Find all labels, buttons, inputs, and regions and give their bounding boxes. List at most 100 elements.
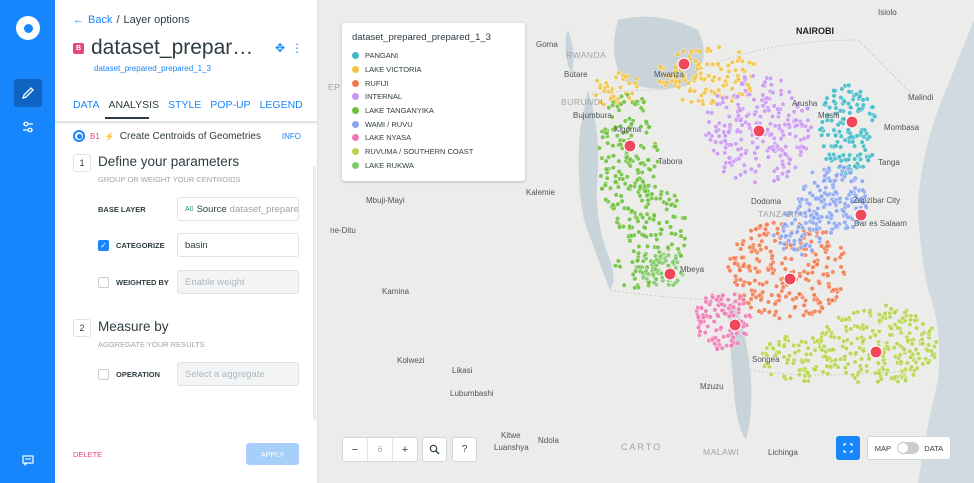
basin-point: [789, 220, 795, 226]
tabs-divider: [55, 121, 318, 125]
basin-point: [819, 330, 825, 336]
zoom-in-button[interactable]: +: [393, 438, 417, 461]
tab-data[interactable]: DATA: [73, 99, 99, 111]
step-subtitle: AGGREGATE YOUR RESULTS: [98, 340, 205, 349]
basin-point: [707, 302, 713, 308]
basin-point: [731, 255, 737, 261]
basin-point: [920, 321, 926, 327]
operation-select[interactable]: Select a aggregate: [177, 362, 299, 386]
toggle-switch[interactable]: [896, 442, 919, 454]
basin-point: [782, 151, 788, 157]
basin-point: [898, 330, 904, 336]
move-icon[interactable]: ✥: [275, 41, 285, 55]
basin-point: [920, 361, 926, 367]
panel-scrollbar[interactable]: [313, 166, 316, 421]
basin-point: [876, 318, 882, 324]
basin-point: [594, 78, 600, 84]
back-link[interactable]: Back: [88, 14, 112, 26]
basin-point: [799, 196, 805, 202]
centroid-marker[interactable]: [728, 318, 742, 332]
basin-point: [733, 141, 739, 147]
map-data-toggle[interactable]: MAP DATA: [867, 436, 951, 460]
basin-point: [637, 193, 643, 199]
basin-point: [713, 327, 719, 333]
basin-point: [824, 95, 830, 101]
basin-point: [613, 173, 619, 179]
centroid-marker[interactable]: [752, 124, 766, 138]
basin-point: [836, 335, 842, 341]
basin-point: [801, 378, 807, 384]
tab-style[interactable]: STYLE: [168, 99, 201, 111]
basin-point: [872, 332, 878, 338]
basin-point: [649, 191, 655, 197]
base-layer-label: BASE LAYER: [98, 204, 146, 214]
apply-button[interactable]: APPLY: [246, 443, 299, 465]
basin-point: [896, 318, 902, 324]
weighted-select[interactable]: Enable weight: [177, 270, 299, 294]
basin-point: [778, 77, 784, 83]
basin-point: [762, 226, 768, 232]
zoom-out-button[interactable]: −: [343, 438, 367, 461]
back-arrow-icon[interactable]: ←: [73, 14, 84, 26]
tab-popup[interactable]: POP-UP: [210, 99, 250, 111]
basin-point: [778, 91, 784, 97]
step-number: 2: [73, 319, 91, 337]
categorize-select[interactable]: basin: [177, 233, 299, 257]
basin-point: [862, 147, 868, 153]
basin-point: [860, 97, 866, 103]
basin-point: [887, 332, 893, 338]
basin-point: [629, 90, 635, 96]
basin-point: [770, 113, 776, 119]
map-view[interactable]: NAIROBI Goma RWANDA Butare Mwanza BURUND…: [318, 0, 974, 483]
tab-legend[interactable]: LEGEND: [260, 99, 303, 111]
tab-analysis[interactable]: ANALYSIS: [108, 99, 159, 111]
basin-point: [724, 74, 730, 80]
analysis-radio[interactable]: [73, 130, 85, 142]
categorize-checkbox[interactable]: ✓: [98, 239, 109, 251]
basin-point: [608, 185, 614, 191]
basin-point: [847, 152, 853, 158]
more-options-icon[interactable]: ⋮: [291, 41, 303, 55]
help-button[interactable]: ?: [452, 437, 477, 462]
basin-point: [838, 356, 844, 362]
analysis-item[interactable]: B1 ⚡ Create Centroids of Geometries INFO: [73, 130, 301, 142]
basin-point: [757, 292, 763, 298]
basin-point: [814, 226, 820, 232]
basin-point: [705, 46, 711, 52]
basin-point: [726, 129, 732, 135]
base-layer-select[interactable]: A0 Source dataset_prepared_prepared_1_3: [177, 197, 299, 221]
basin-point: [726, 68, 732, 74]
step-title: Define your parameters: [98, 154, 240, 169]
edit-pencil-icon[interactable]: [14, 79, 42, 107]
centroid-marker[interactable]: [869, 345, 883, 359]
centroid-marker[interactable]: [663, 267, 677, 281]
fullscreen-button[interactable]: [836, 436, 860, 460]
basin-point: [724, 343, 730, 349]
operation-checkbox[interactable]: [98, 368, 109, 380]
basin-point: [731, 304, 737, 310]
delete-button[interactable]: DELETE: [73, 450, 102, 459]
carto-logo-icon[interactable]: [16, 16, 40, 40]
search-button[interactable]: [422, 437, 447, 462]
basin-point: [771, 135, 777, 141]
basin-point: [757, 223, 763, 229]
centroid-marker[interactable]: [783, 272, 797, 286]
basin-point: [751, 61, 757, 67]
feedback-chat-icon[interactable]: [14, 446, 42, 474]
centroid-marker[interactable]: [845, 115, 859, 129]
centroid-marker[interactable]: [623, 139, 637, 153]
analysis-id: B1: [90, 131, 100, 141]
place-label: Kamina: [382, 287, 410, 296]
weighted-checkbox[interactable]: [98, 276, 109, 288]
basin-point: [720, 99, 726, 105]
basin-point: [925, 348, 931, 354]
info-link[interactable]: INFO: [282, 132, 301, 141]
settings-sliders-icon[interactable]: [14, 113, 42, 141]
centroid-marker[interactable]: [677, 57, 691, 71]
basin-point: [643, 219, 649, 225]
basin-point: [774, 165, 780, 171]
layer-badge: B: [73, 42, 84, 54]
basin-point: [627, 216, 633, 222]
basin-point: [833, 132, 839, 138]
layer-title[interactable]: dataset_prepared_prepared_1_3: [91, 36, 261, 60]
